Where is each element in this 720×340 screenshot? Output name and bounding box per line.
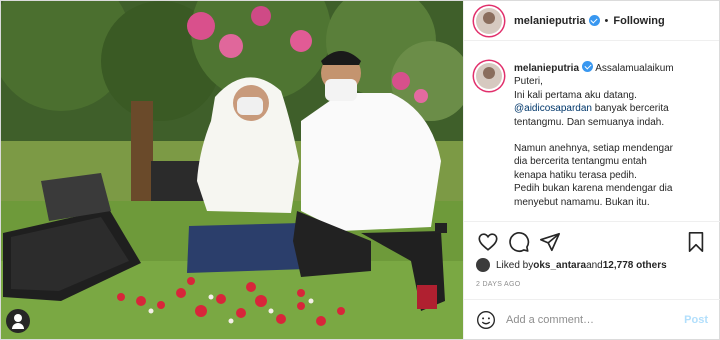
verified-icon xyxy=(588,15,600,26)
likes-prefix: Liked by xyxy=(496,259,534,271)
caption-line: menyebut namamu. Bukan itu. xyxy=(514,196,650,208)
post-photo[interactable] xyxy=(1,1,463,339)
post-header: melanieputria • Following xyxy=(464,1,719,41)
author-username[interactable]: melanieputria xyxy=(514,15,586,27)
post-photo-image xyxy=(1,1,463,339)
caption-verified-icon xyxy=(582,61,594,72)
caption-line: banyak bercerita xyxy=(591,103,669,115)
caption-line: dia bercerita tentangmu entah xyxy=(514,156,647,168)
heart-icon[interactable] xyxy=(476,230,500,254)
follow-status-button[interactable]: Following xyxy=(613,15,664,27)
post-actions-bar xyxy=(464,221,720,261)
likes-middle: and xyxy=(586,259,603,271)
caption-paragraph-gap xyxy=(514,129,674,142)
bookmark-icon[interactable] xyxy=(684,230,708,254)
liker-username[interactable]: oks_antara xyxy=(533,260,586,271)
caption-text: melanieputria Assalamualaikum Puteri, In… xyxy=(514,61,674,209)
header-separator: • xyxy=(604,14,609,27)
share-icon[interactable] xyxy=(538,230,562,254)
tagged-user-icon[interactable] xyxy=(6,309,30,333)
caption-author-avatar[interactable] xyxy=(476,63,502,89)
caption-line: tentangmu. Dan semuanya indah. xyxy=(514,116,665,128)
caption-line: kenapa hatiku terasa pedih. xyxy=(514,169,637,181)
liker-avatar[interactable] xyxy=(476,258,490,272)
post-timestamp[interactable]: 2 DAYS AGO xyxy=(476,281,521,288)
add-comment-bar: Post xyxy=(464,299,720,339)
caption-line: Puteri, xyxy=(514,76,543,88)
caption-line: Ini kali pertama aku datang. xyxy=(514,89,637,101)
post-side-panel: melanieputria • Following melanieputria … xyxy=(463,1,720,339)
comment-icon[interactable] xyxy=(507,230,531,254)
caption-line: Pedih bukan karena mendengar dia xyxy=(514,183,673,195)
likes-summary: Liked by oks_antara and 12,778 others xyxy=(476,258,667,272)
caption-username[interactable]: melanieputria xyxy=(514,63,579,74)
likes-count-link[interactable]: 12,778 others xyxy=(603,260,667,271)
emoji-icon[interactable] xyxy=(476,310,496,330)
comment-input[interactable] xyxy=(506,313,676,326)
caption-line: Assalamualaikum xyxy=(595,63,674,74)
author-avatar[interactable] xyxy=(476,7,502,34)
instagram-post: melanieputria • Following melanieputria … xyxy=(0,0,720,340)
caption-area: melanieputria Assalamualaikum Puteri, In… xyxy=(464,41,719,221)
caption-mention-link[interactable]: @aidicosapardan xyxy=(514,103,592,114)
post-comment-button[interactable]: Post xyxy=(684,314,708,326)
caption-line: Namun anehnya, setiap mendengar xyxy=(514,143,673,155)
